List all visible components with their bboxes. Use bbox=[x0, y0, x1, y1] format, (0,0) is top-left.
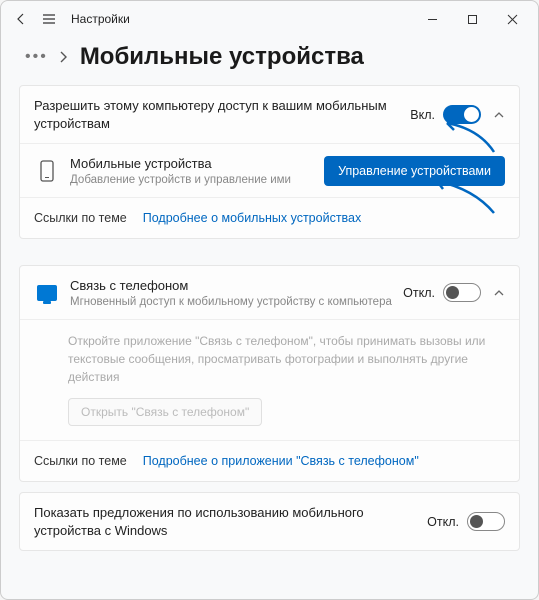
open-phone-link-button[interactable]: Открыть "Связь с телефоном" bbox=[68, 398, 262, 426]
row-suggestions: Показать предложения по использованию мо… bbox=[20, 493, 519, 550]
chevron-up-icon[interactable] bbox=[493, 287, 505, 299]
phone-link-sub: Мгновенный доступ к мобильному устройств… bbox=[70, 296, 403, 308]
window-controls bbox=[412, 3, 532, 35]
monitor-icon bbox=[34, 285, 60, 301]
page-title: Мобильные устройства bbox=[80, 43, 364, 71]
links-label-1: Ссылки по теме bbox=[34, 211, 127, 225]
maximize-button[interactable] bbox=[452, 3, 492, 35]
breadcrumb-dots-icon[interactable]: ••• bbox=[25, 48, 48, 66]
mobile-devices-sub: Добавление устройств и управление ими bbox=[70, 174, 324, 186]
card-suggestions: Показать предложения по использованию мо… bbox=[19, 492, 520, 551]
phone-link-state: Откл. bbox=[403, 286, 435, 300]
phone-link-toggle[interactable] bbox=[443, 283, 481, 302]
suggestions-label: Показать предложения по использованию мо… bbox=[34, 504, 427, 539]
content-area: Разрешить этому компьютеру доступ к ваши… bbox=[1, 85, 538, 599]
row-phone-link: Связь с телефоном Мгновенный доступ к мо… bbox=[20, 266, 519, 320]
links-row-2: Ссылки по теме Подробнее о приложении "С… bbox=[20, 441, 519, 481]
phone-link-title: Связь с телефоном bbox=[70, 277, 403, 295]
card-phone-link: Связь с телефоном Мгновенный доступ к мо… bbox=[19, 265, 520, 482]
allow-access-state: Вкл. bbox=[410, 108, 435, 122]
suggestions-toggle[interactable] bbox=[467, 512, 505, 531]
allow-access-toggle[interactable] bbox=[443, 105, 481, 124]
mobile-devices-title: Мобильные устройства bbox=[70, 155, 324, 173]
row-allow-access: Разрешить этому компьютеру доступ к ваши… bbox=[20, 86, 519, 144]
titlebar: Настройки bbox=[1, 1, 538, 37]
settings-window: Настройки ••• Мобильные устройства Разре… bbox=[0, 0, 539, 600]
app-title: Настройки bbox=[71, 12, 412, 26]
back-button[interactable] bbox=[7, 5, 35, 33]
phone-link-desc: Откройте приложение "Связь с телефоном",… bbox=[68, 332, 505, 386]
link-more-mobile-devices[interactable]: Подробнее о мобильных устройствах bbox=[143, 211, 361, 225]
chevron-up-icon[interactable] bbox=[493, 109, 505, 121]
phone-icon bbox=[34, 160, 60, 182]
links-label-2: Ссылки по теме bbox=[34, 454, 127, 468]
chevron-right-icon bbox=[58, 50, 68, 64]
link-more-phone-link[interactable]: Подробнее о приложении "Связь с телефоно… bbox=[143, 454, 419, 468]
row-mobile-devices: Мобильные устройства Добавление устройст… bbox=[20, 144, 519, 198]
minimize-button[interactable] bbox=[412, 3, 452, 35]
menu-button[interactable] bbox=[35, 5, 63, 33]
suggestions-state: Откл. bbox=[427, 515, 459, 529]
allow-access-label: Разрешить этому компьютеру доступ к ваши… bbox=[34, 97, 410, 132]
close-button[interactable] bbox=[492, 3, 532, 35]
links-row-1: Ссылки по теме Подробнее о мобильных уст… bbox=[20, 198, 519, 238]
phone-link-expanded: Откройте приложение "Связь с телефоном",… bbox=[20, 320, 519, 441]
page-header: ••• Мобильные устройства bbox=[1, 37, 538, 85]
card-allow-access: Разрешить этому компьютеру доступ к ваши… bbox=[19, 85, 520, 239]
manage-devices-button[interactable]: Управление устройствами bbox=[324, 156, 505, 186]
